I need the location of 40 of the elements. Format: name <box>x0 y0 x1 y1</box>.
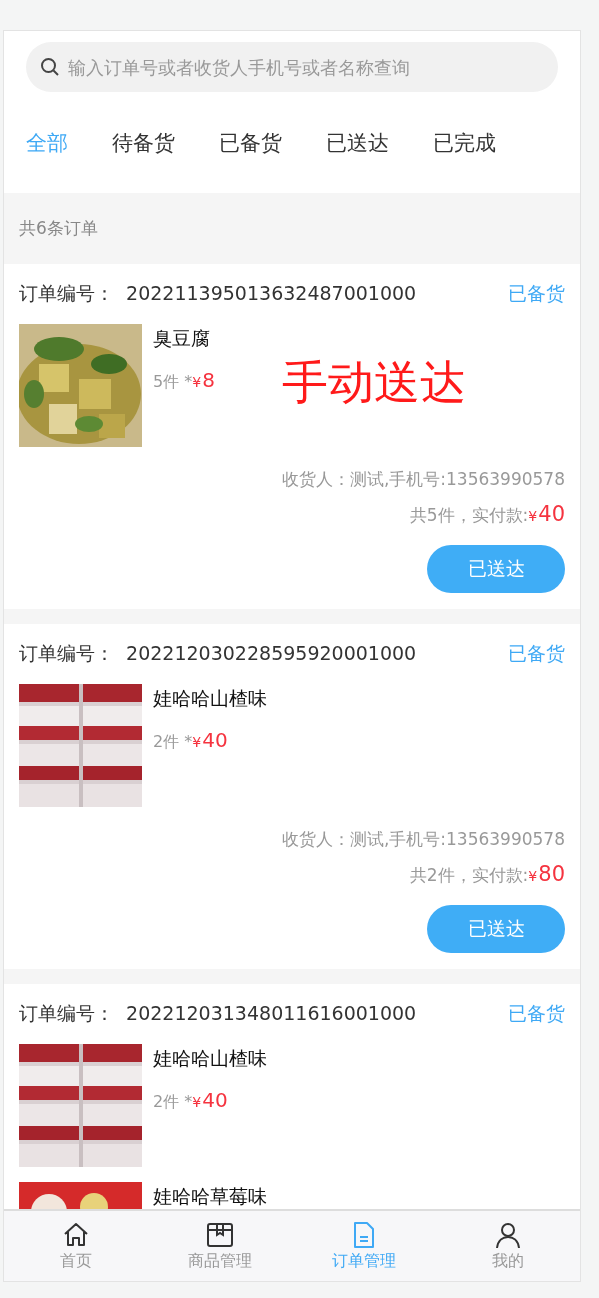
filter-tab[interactable]: 待备货 <box>112 128 175 157</box>
filter-tab[interactable]: 已送达 <box>326 128 389 157</box>
delivered-button[interactable]: 已送达 <box>427 905 565 953</box>
order-number: 订单编号： 202211395013632487001000 <box>19 281 417 306</box>
manual-delivery-label: 手动送达 <box>282 354 466 411</box>
total-label: 共5件，实付款: <box>409 505 529 525</box>
total-amount: ¥40 <box>528 502 565 526</box>
nav-tab[interactable]: 首页 <box>4 1211 148 1281</box>
order-status: 已备货 <box>508 281 565 306</box>
order-number: 订单编号： 202212031348011616001000 <box>19 1001 417 1026</box>
search-icon <box>40 57 60 77</box>
order-status: 已备货 <box>508 641 565 666</box>
nav-tab[interactable]: 商品管理 <box>148 1211 292 1281</box>
total-amount: ¥80 <box>528 862 565 886</box>
order-number: 订单编号： 202212030228595920001000 <box>19 641 417 666</box>
product-quantity: 2件 * <box>153 1092 193 1111</box>
product-name: 臭豆腐 <box>153 326 211 350</box>
product-price: ¥40 <box>192 728 228 752</box>
delivered-button[interactable]: 已送达 <box>427 545 565 593</box>
receiver-info: 收货人：测试,手机号:13563990578 <box>281 469 565 489</box>
product-price: ¥40 <box>192 1088 228 1112</box>
product-price: ¥8 <box>192 368 215 392</box>
product-name: 娃哈哈山楂味 <box>153 1046 268 1070</box>
product-name: 娃哈哈山楂味 <box>153 686 268 710</box>
filter-tab[interactable]: 已备货 <box>219 128 282 157</box>
order-count: 共6条订单 <box>19 217 98 240</box>
filter-tab[interactable]: 全部 <box>26 128 68 157</box>
total-label: 共2件，实付款: <box>409 865 529 885</box>
product-quantity: 2件 * <box>153 732 193 751</box>
filter-tab[interactable]: 已完成 <box>433 128 496 157</box>
product-quantity: 5件 * <box>153 372 193 391</box>
order-status: 已备货 <box>508 1001 565 1026</box>
box-icon <box>206 1220 234 1249</box>
nav-tab[interactable]: 订单管理 <box>292 1211 436 1281</box>
nav-tab[interactable]: 我的 <box>436 1211 580 1281</box>
product-name: 娃哈哈草莓味 <box>153 1184 268 1208</box>
receiver-info: 收货人：测试,手机号:13563990578 <box>281 829 565 849</box>
search-field[interactable]: 输入订单号或者收货人手机号或者名称查询 <box>26 42 558 92</box>
home-icon <box>62 1220 90 1249</box>
person-icon <box>494 1220 522 1249</box>
